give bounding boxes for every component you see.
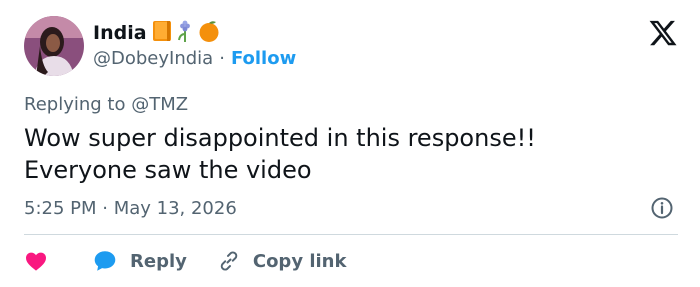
hyacinth-emoji bbox=[177, 20, 193, 46]
handle-row: @DobeyIndia · Follow bbox=[93, 48, 296, 69]
reply-button[interactable]: Reply bbox=[92, 248, 187, 274]
avatar[interactable] bbox=[24, 16, 84, 76]
speech-bubble-icon bbox=[94, 251, 116, 271]
tweet-card: India @DobeyIndia · Follow Replying to @… bbox=[0, 0, 700, 287]
display-name[interactable]: India bbox=[93, 22, 147, 44]
info-icon[interactable] bbox=[650, 196, 674, 220]
reply-context[interactable]: Replying to @TMZ bbox=[24, 94, 188, 115]
follow-button[interactable]: Follow bbox=[231, 48, 296, 69]
heart-icon bbox=[26, 252, 46, 271]
divider bbox=[24, 234, 678, 235]
book-emoji bbox=[152, 20, 172, 46]
user-handle[interactable]: @DobeyIndia bbox=[93, 48, 213, 69]
tweet-text: Wow super disappointed in this response!… bbox=[24, 124, 536, 184]
copy-link-button[interactable]: Copy link bbox=[217, 249, 347, 273]
tweet-timestamp[interactable]: 5:25 PM · May 13, 2026 bbox=[24, 198, 237, 219]
x-logo-icon[interactable] bbox=[648, 18, 678, 48]
separator-dot: · bbox=[219, 48, 225, 69]
reply-label: Reply bbox=[130, 250, 187, 272]
like-button[interactable] bbox=[24, 249, 48, 273]
name-row: India bbox=[93, 20, 220, 46]
action-bar: Reply Copy link bbox=[24, 246, 346, 276]
copy-link-label: Copy link bbox=[252, 250, 347, 272]
link-icon bbox=[220, 251, 238, 271]
orange-emoji bbox=[198, 20, 220, 46]
